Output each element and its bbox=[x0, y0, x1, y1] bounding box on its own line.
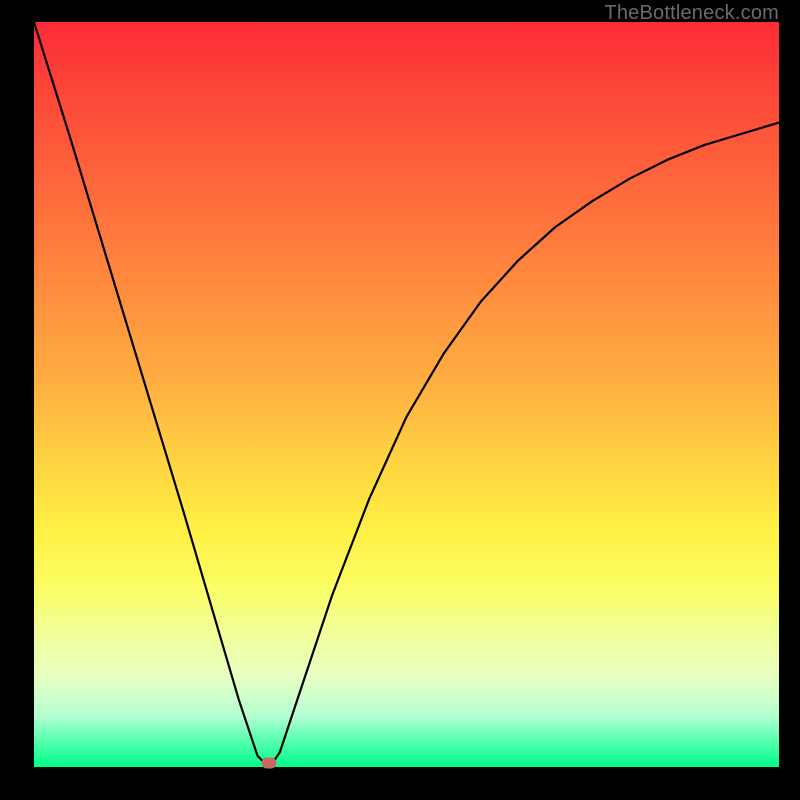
optimal-point-marker bbox=[261, 758, 276, 769]
curve-svg bbox=[34, 22, 779, 767]
bottleneck-curve bbox=[34, 22, 779, 763]
chart-frame: TheBottleneck.com bbox=[0, 0, 800, 800]
plot-area bbox=[34, 22, 779, 767]
